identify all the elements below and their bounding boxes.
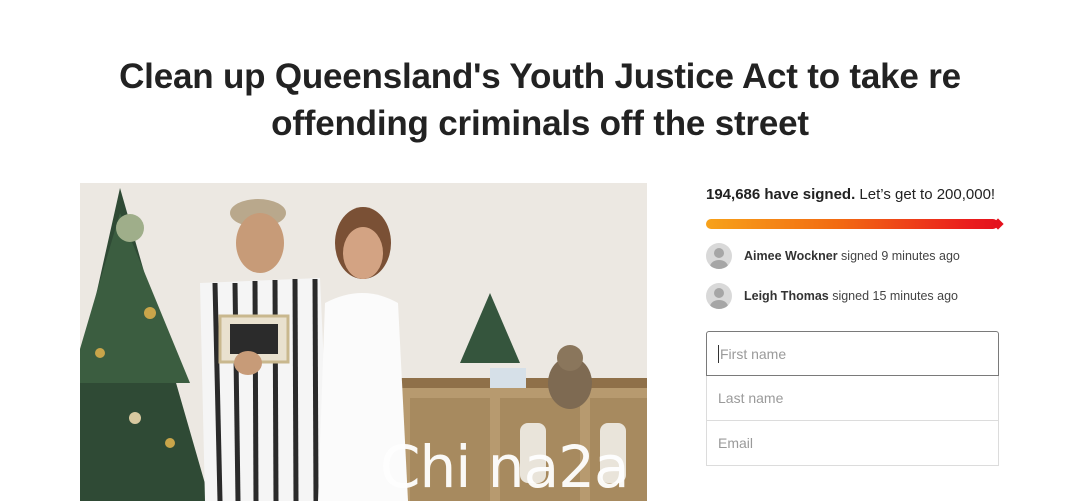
last-name-placeholder: Last name <box>718 390 784 406</box>
watermark-text: Chi na2a <box>380 433 630 501</box>
signer-text: Aimee Wockner signed 9 minutes ago <box>744 249 960 263</box>
signer-name: Aimee Wockner <box>744 249 838 263</box>
avatar <box>706 283 732 309</box>
text-caret <box>718 344 719 363</box>
last-name-field[interactable]: Last name <box>706 376 999 421</box>
signer-text: Leigh Thomas signed 15 minutes ago <box>744 289 958 303</box>
signature-panel: 194,686 have signed. Let’s get to 200,00… <box>706 183 999 466</box>
signer-action: signed 9 minutes ago <box>837 249 960 263</box>
petition-photo: Chi na2a <box>80 183 647 501</box>
avatar <box>706 243 732 269</box>
signed-count-value: 194,686 have signed. <box>706 186 856 203</box>
recent-signer: Leigh Thomas signed 15 minutes ago <box>706 283 999 309</box>
signature-goal: Let’s get to 200,000! <box>855 186 996 203</box>
first-name-placeholder: First name <box>720 345 787 362</box>
signer-name: Leigh Thomas <box>744 289 829 303</box>
signature-count: 194,686 have signed. Let’s get to 200,00… <box>706 183 999 206</box>
signer-action: signed 15 minutes ago <box>828 289 958 303</box>
first-name-field[interactable]: First name <box>706 331 999 376</box>
email-field[interactable]: Email <box>706 421 999 466</box>
petition-title: Clean up Queensland's Youth Justice Act … <box>119 57 961 144</box>
signature-progress-bar <box>706 219 998 229</box>
email-placeholder: Email <box>718 435 754 451</box>
recent-signer: Aimee Wockner signed 9 minutes ago <box>706 243 999 269</box>
